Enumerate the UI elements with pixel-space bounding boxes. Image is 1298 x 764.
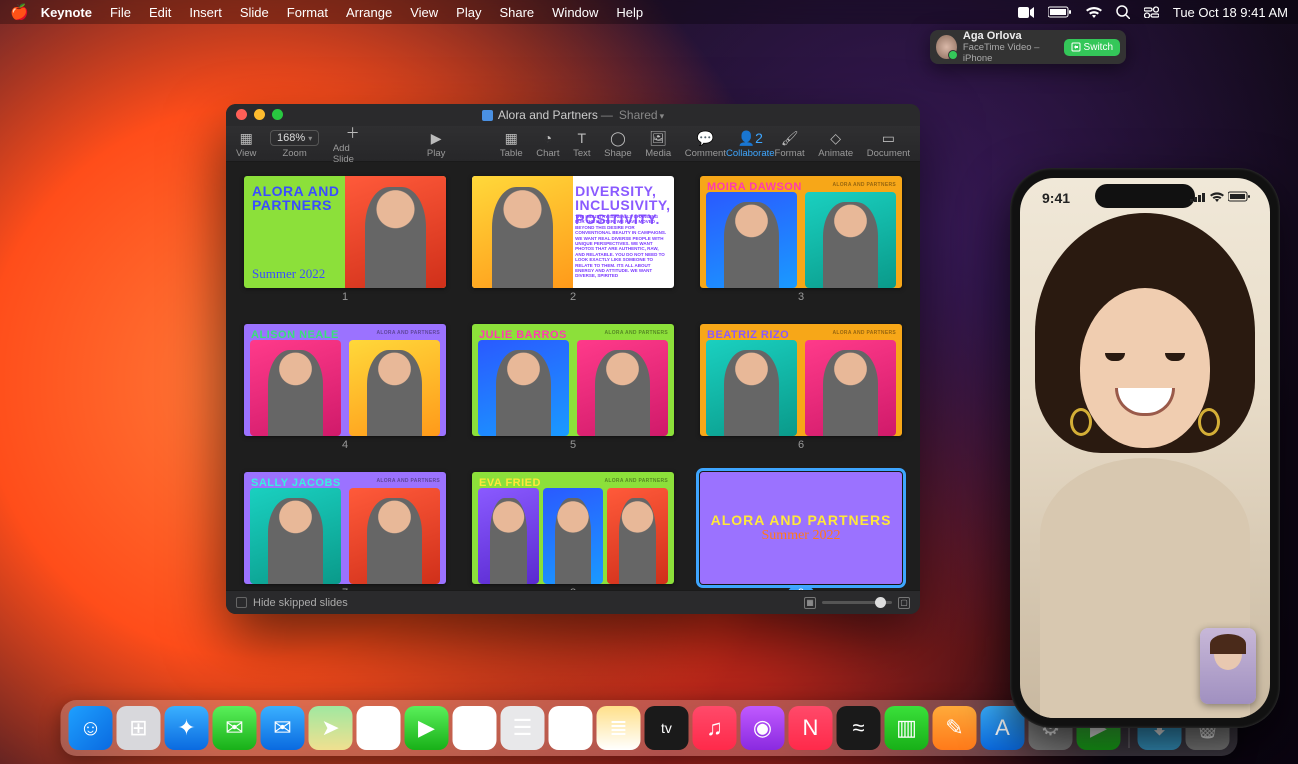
slide-thumbnail[interactable]: DIVERSITY, INCLUSIVITY, POSITIVITY. THE … — [472, 176, 674, 304]
wifi-icon[interactable] — [1086, 6, 1102, 18]
document-icon — [482, 110, 493, 121]
tv-icon[interactable]: tv — [645, 706, 689, 750]
slide-thumbnail[interactable]: BEATRIZ RIZO ALORA AND PARTNERS 6 — [700, 324, 902, 452]
menu-edit[interactable]: Edit — [149, 5, 171, 20]
menu-window[interactable]: Window — [552, 5, 598, 20]
facetime-self-view[interactable] — [1200, 628, 1256, 704]
animate-button[interactable]: ◇Animate — [818, 126, 853, 162]
contacts-icon[interactable]: ☰ — [501, 706, 545, 750]
facetime-menubar-icon[interactable] — [1018, 7, 1034, 18]
menu-view[interactable]: View — [410, 5, 438, 20]
menu-slide[interactable]: Slide — [240, 5, 269, 20]
caller-avatar — [936, 35, 957, 59]
wifi-icon — [1210, 192, 1224, 202]
shape-button[interactable]: ◯Shape — [604, 126, 631, 162]
switch-button[interactable]: Switch — [1064, 39, 1120, 56]
menu-file[interactable]: File — [110, 5, 131, 20]
window-controls — [236, 109, 283, 120]
table-button[interactable]: ▦Table — [500, 126, 523, 162]
calendar-icon[interactable]: 18 — [453, 706, 497, 750]
shared-dropdown[interactable]: Shared — [619, 108, 664, 122]
document-button[interactable]: ▭Document — [867, 126, 910, 162]
iphone-status-icons — [1190, 191, 1250, 202]
appstore-icon[interactable]: A — [981, 706, 1025, 750]
slide-thumbnail[interactable]: MOIRA DAWSON ALORA AND PARTNERS 3 — [700, 176, 902, 304]
messages-icon[interactable]: ✉ — [213, 706, 257, 750]
window-title: Alora and Partners — [498, 108, 598, 122]
menu-help[interactable]: Help — [616, 5, 643, 20]
menu-format[interactable]: Format — [287, 5, 328, 20]
iphone-time: 9:41 — [1042, 190, 1070, 206]
menubar-app-name[interactable]: Keynote — [41, 5, 92, 20]
menubar-clock[interactable]: Tue Oct 18 9:41 AM — [1173, 5, 1288, 20]
apple-menu-icon[interactable]: 🍎 — [10, 3, 29, 21]
battery-icon — [1228, 191, 1250, 202]
slide-thumbnail[interactable]: EVA FRIED ALORA AND PARTNERS 8 — [472, 472, 674, 590]
reminders-icon[interactable]: ☲ — [549, 706, 593, 750]
menu-share[interactable]: Share — [499, 5, 534, 20]
numbers-icon[interactable]: ▥ — [885, 706, 929, 750]
launchpad-icon[interactable]: ⊞ — [117, 706, 161, 750]
switch-label: Switch — [1084, 42, 1113, 53]
add-slide-button[interactable]: ＋Add Slide — [333, 126, 373, 162]
format-button[interactable]: 🖌Format — [775, 126, 805, 162]
keynote-window: Alora and Partners — Shared ▦View 168% Z… — [226, 104, 920, 614]
menubar: 🍎 Keynote File Edit Insert Slide Format … — [0, 0, 1298, 24]
slide-thumbnail[interactable]: JULIE BARROS ALORA AND PARTNERS 5 — [472, 324, 674, 452]
text-button[interactable]: TText — [573, 126, 590, 162]
facetime-handoff-notification[interactable]: Aga Orlova FaceTime Video – iPhone Switc… — [930, 30, 1126, 64]
menu-arrange[interactable]: Arrange — [346, 5, 392, 20]
podcasts-icon[interactable]: ◉ — [741, 706, 785, 750]
switch-icon — [1071, 42, 1081, 52]
slide-thumbnail[interactable]: ALISON NEALE ALORA AND PARTNERS 4 — [244, 324, 446, 452]
iphone-notch — [1095, 184, 1195, 208]
grid-large-icon[interactable]: ▢ — [898, 597, 910, 609]
slide-thumbnail[interactable]: SALLY JACOBS ALORA AND PARTNERS 7 — [244, 472, 446, 590]
toolbar: ▦View 168% Zoom ＋Add Slide ▶Play ▦Table … — [226, 126, 920, 162]
light-table-view: ALORA AND PARTNERS Summer 2022 1 DIVERSI… — [226, 162, 920, 590]
comment-button[interactable]: 💬Comment — [685, 126, 726, 162]
chart-button[interactable]: ◔Chart — [536, 126, 559, 162]
media-button[interactable]: 🖼Media — [645, 126, 671, 162]
cellular-icon — [1190, 192, 1206, 202]
notes-icon[interactable]: ≣ — [597, 706, 641, 750]
titlebar[interactable]: Alora and Partners — Shared — [226, 104, 920, 126]
stocks-icon[interactable]: ≈ — [837, 706, 881, 750]
battery-icon[interactable] — [1048, 6, 1072, 18]
slide-thumbnail[interactable]: ALORA AND PARTNERS Summer 2022 1 — [244, 176, 446, 304]
control-center-icon[interactable] — [1144, 6, 1159, 18]
play-button[interactable]: ▶Play — [427, 126, 445, 162]
photos-icon[interactable]: ✿ — [357, 706, 401, 750]
fullscreen-button[interactable] — [272, 109, 283, 120]
facetime-icon[interactable]: ▶ — [405, 706, 449, 750]
grid-small-icon[interactable]: ▦ — [804, 597, 816, 609]
window-bottom-bar: Hide skipped slides ▦ ▢ — [226, 590, 920, 614]
thumbnail-size-slider[interactable] — [822, 601, 892, 604]
pages-icon[interactable]: ✎ — [933, 706, 977, 750]
spotlight-icon[interactable] — [1116, 5, 1130, 19]
menu-insert[interactable]: Insert — [189, 5, 222, 20]
caller-subtitle: FaceTime Video – iPhone — [963, 42, 1058, 64]
zoom-dropdown[interactable]: 168% Zoom — [270, 126, 319, 162]
maps-icon[interactable]: ➤ — [309, 706, 353, 750]
iphone-device: 9:41 — [1010, 168, 1280, 728]
music-icon[interactable]: ♫ — [693, 706, 737, 750]
finder-icon[interactable]: ☺ — [69, 706, 113, 750]
view-button[interactable]: ▦View — [236, 126, 256, 162]
hide-skipped-label: Hide skipped slides — [253, 597, 348, 609]
minimize-button[interactable] — [254, 109, 265, 120]
handoff-text: Aga Orlova FaceTime Video – iPhone — [963, 30, 1058, 64]
news-icon[interactable]: N — [789, 706, 833, 750]
hide-skipped-checkbox[interactable] — [236, 597, 247, 608]
caller-name: Aga Orlova — [963, 30, 1058, 42]
slide-thumbnail[interactable]: ALORA AND PARTNERS Summer 2022 9 — [700, 472, 902, 590]
safari-icon[interactable]: ✦ — [165, 706, 209, 750]
menu-play[interactable]: Play — [456, 5, 481, 20]
close-button[interactable] — [236, 109, 247, 120]
iphone-screen: 9:41 — [1020, 178, 1270, 718]
mail-icon[interactable]: ✉ — [261, 706, 305, 750]
collaborate-button[interactable]: 👤 2 Collaborate — [726, 126, 775, 162]
